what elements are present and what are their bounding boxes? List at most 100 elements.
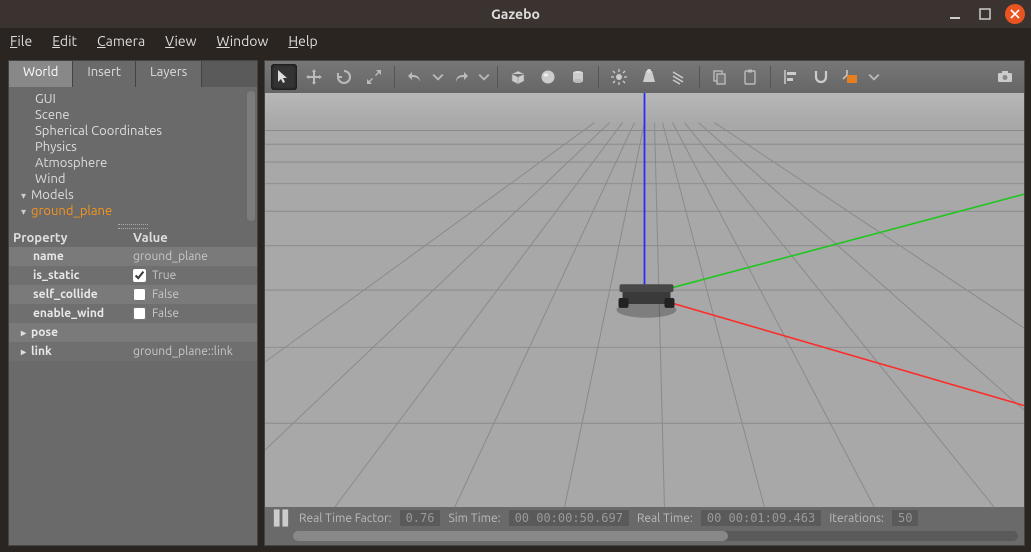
menu-camera[interactable]: Camera — [97, 33, 145, 49]
tree-item-physics[interactable]: Physics — [11, 139, 255, 155]
status-scrollbar-thumb[interactable] — [293, 531, 728, 541]
rotate-tool-icon[interactable] — [331, 64, 357, 90]
prop-row-link[interactable]: ▸link ground_plane::link — [9, 342, 257, 361]
prop-key: ▸pose — [9, 326, 129, 339]
rtf-label: Real Time Factor: — [299, 512, 392, 525]
world-tree[interactable]: GUI Scene Spherical Coordinates Physics … — [9, 87, 257, 223]
panel-splitter[interactable] — [9, 223, 257, 229]
left-panel: World Insert Layers GUI Scene Spherical … — [8, 60, 258, 546]
directional-light-icon[interactable] — [666, 64, 692, 90]
snap-icon[interactable] — [808, 64, 834, 90]
screenshot-icon[interactable] — [992, 64, 1018, 90]
axis-x — [645, 295, 1025, 408]
sphere-shape-icon[interactable] — [535, 64, 561, 90]
tree-scrollbar[interactable] — [247, 91, 255, 221]
iterations-label: Iterations: — [829, 512, 884, 525]
scale-tool-icon[interactable] — [361, 64, 387, 90]
menu-window[interactable]: Window — [216, 33, 268, 49]
menu-file[interactable]: File — [10, 33, 32, 49]
spot-light-icon[interactable] — [636, 64, 662, 90]
bool-label: True — [152, 269, 176, 282]
tree-item-scene[interactable]: Scene — [11, 107, 255, 123]
prop-val: ground_plane::link — [129, 345, 257, 358]
pause-button[interactable] — [271, 508, 291, 528]
prop-val: False — [129, 288, 257, 301]
close-button[interactable] — [1005, 4, 1025, 24]
status-row: Real Time Factor: 0.76 Sim Time: 00 00:0… — [265, 507, 1024, 529]
align-icon[interactable] — [778, 64, 804, 90]
window-title: Gazebo — [0, 6, 1031, 22]
3d-viewport[interactable] — [265, 93, 1024, 507]
header-value: Value — [129, 229, 257, 247]
prop-key: ▸link — [9, 345, 129, 358]
tree-item-spherical[interactable]: Spherical Coordinates — [11, 123, 255, 139]
iterations-value: 50 — [892, 510, 918, 526]
link-label: link — [31, 345, 52, 358]
right-panel: Real Time Factor: 0.76 Sim Time: 00 00:0… — [264, 60, 1025, 546]
tree-item-atmosphere[interactable]: Atmosphere — [11, 155, 255, 171]
cursor-tool-icon[interactable] — [271, 64, 297, 90]
prop-row-name[interactable]: name ground_plane — [9, 247, 257, 266]
main-area: World Insert Layers GUI Scene Spherical … — [0, 54, 1031, 552]
toolbar-separator — [497, 66, 498, 88]
property-header: Property Value — [9, 229, 257, 247]
caret-down-icon: ▾ — [21, 206, 31, 218]
bool-label: False — [152, 288, 179, 301]
property-table: Property Value name ground_plane is_stat… — [9, 229, 257, 361]
viewport-toolbar — [265, 61, 1024, 93]
paste-icon[interactable] — [737, 64, 763, 90]
prop-row-enable-wind[interactable]: enable_wind False — [9, 304, 257, 323]
rtf-value: 0.76 — [400, 510, 441, 526]
robot-model[interactable] — [617, 284, 677, 318]
checkbox-is-static[interactable] — [133, 269, 146, 282]
prop-key: name — [9, 250, 129, 263]
box-shape-icon[interactable] — [505, 64, 531, 90]
axis-y — [645, 192, 1025, 295]
window-controls — [945, 4, 1025, 24]
real-time-label: Real Time: — [637, 512, 693, 525]
toolbar-separator — [699, 66, 700, 88]
move-tool-icon[interactable] — [301, 64, 327, 90]
prop-key: is_static — [9, 269, 129, 282]
pose-label: pose — [31, 326, 58, 339]
tab-insert[interactable]: Insert — [73, 61, 136, 87]
sim-time-label: Sim Time: — [448, 512, 500, 525]
bool-label: False — [152, 307, 179, 320]
prop-row-self-collide[interactable]: self_collide False — [9, 285, 257, 304]
prop-row-pose[interactable]: ▸pose — [9, 323, 257, 342]
transform-menu-icon[interactable] — [868, 64, 880, 90]
caret-right-icon: ▸ — [21, 327, 31, 339]
undo-icon[interactable] — [402, 64, 428, 90]
tree-item-gui[interactable]: GUI — [11, 91, 255, 107]
prop-row-is-static[interactable]: is_static True — [9, 266, 257, 285]
tree-item-wind[interactable]: Wind — [11, 171, 255, 187]
maximize-button[interactable] — [975, 4, 995, 24]
toolbar-separator — [394, 66, 395, 88]
minimize-button[interactable] — [945, 4, 965, 24]
viewport-scene — [265, 93, 1024, 507]
caret-right-icon: ▸ — [21, 346, 31, 358]
tab-layers[interactable]: Layers — [136, 61, 202, 87]
toolbar-separator — [770, 66, 771, 88]
undo-menu-icon[interactable] — [432, 64, 444, 90]
point-light-icon[interactable] — [606, 64, 632, 90]
checkbox-enable-wind[interactable] — [133, 307, 146, 320]
menu-help[interactable]: Help — [288, 33, 317, 49]
transform-icon[interactable] — [838, 64, 864, 90]
real-time-value: 00 00:01:09.463 — [701, 510, 821, 526]
redo-menu-icon[interactable] — [478, 64, 490, 90]
tree-item-models[interactable]: ▾Models — [11, 187, 255, 203]
status-scrollbar[interactable] — [293, 531, 1018, 541]
prop-val: False — [129, 307, 257, 320]
menu-view[interactable]: View — [165, 33, 196, 49]
checkbox-self-collide[interactable] — [133, 288, 146, 301]
tree-item-ground-plane[interactable]: ▾ground_plane — [11, 203, 255, 219]
menu-edit[interactable]: Edit — [52, 33, 77, 49]
copy-icon[interactable] — [707, 64, 733, 90]
left-tabs: World Insert Layers — [9, 61, 257, 87]
tab-world[interactable]: World — [9, 61, 73, 87]
redo-icon[interactable] — [448, 64, 474, 90]
prop-key: self_collide — [9, 288, 129, 301]
property-fill — [9, 361, 257, 545]
cylinder-shape-icon[interactable] — [565, 64, 591, 90]
